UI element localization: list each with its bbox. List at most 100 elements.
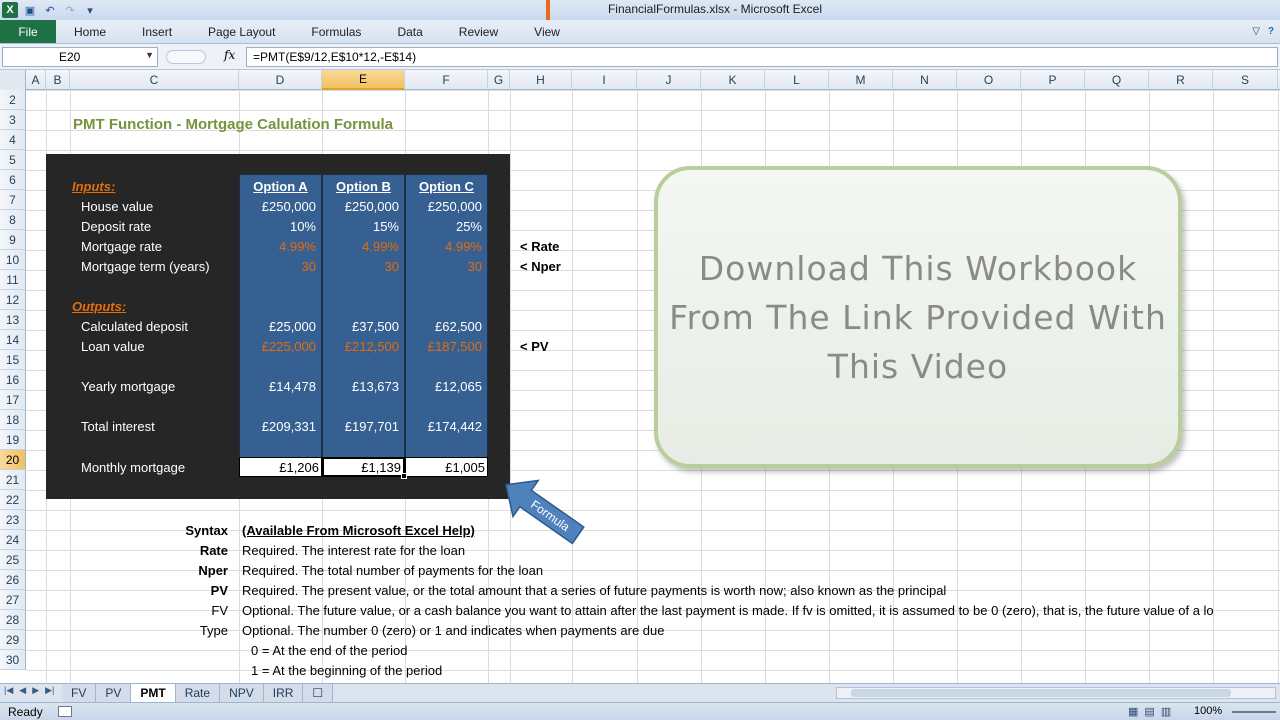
- row-header-27[interactable]: 27: [0, 590, 26, 610]
- row-header-22[interactable]: 22: [0, 490, 26, 510]
- sheet-tab-irr[interactable]: IRR: [263, 684, 304, 702]
- column-header-o[interactable]: O: [957, 70, 1021, 90]
- selected-cell-e20[interactable]: £1,139: [322, 457, 405, 477]
- tab-page-layout[interactable]: Page Layout: [190, 20, 293, 43]
- row-header-16[interactable]: 16: [0, 370, 26, 390]
- normal-view-icon[interactable]: ▦: [1128, 705, 1138, 718]
- value-cell[interactable]: £62,500: [405, 316, 482, 336]
- row-header-25[interactable]: 25: [0, 550, 26, 570]
- row-header-10[interactable]: 10: [0, 250, 26, 270]
- tab-data[interactable]: Data: [379, 20, 440, 43]
- column-header-s[interactable]: S: [1213, 70, 1278, 90]
- scroll-thumb[interactable]: [851, 689, 1231, 697]
- column-header-f[interactable]: F: [405, 70, 488, 90]
- column-header-e[interactable]: E: [322, 70, 405, 90]
- first-sheet-icon[interactable]: |◀: [4, 685, 13, 696]
- spreadsheet-grid[interactable]: ABCDEFGHIJKLMNOPQRS 2 3 4 5 6 7 8 9 10 11 12 13 14 15…: [0, 70, 1280, 683]
- value-cell[interactable]: £12,065: [405, 376, 482, 396]
- value-cell[interactable]: £174,442: [405, 416, 482, 436]
- value-cell[interactable]: 4.99%: [405, 236, 482, 256]
- value-cell[interactable]: £209,331: [239, 416, 316, 436]
- row-header-28[interactable]: 28: [0, 610, 26, 630]
- value-cell[interactable]: £250,000: [239, 196, 316, 216]
- column-header-q[interactable]: Q: [1085, 70, 1149, 90]
- tab-file[interactable]: File: [0, 20, 56, 43]
- row-header-21[interactable]: 21: [0, 470, 26, 490]
- column-header-j[interactable]: J: [637, 70, 701, 90]
- row-header-19[interactable]: 19: [0, 430, 26, 450]
- zoom-level[interactable]: 100%: [1194, 705, 1222, 717]
- page-layout-view-icon[interactable]: ▤: [1144, 705, 1154, 718]
- sheet-tab-pv[interactable]: PV: [96, 684, 132, 702]
- row-header-18[interactable]: 18: [0, 410, 26, 430]
- tab-view[interactable]: View: [516, 20, 578, 43]
- value-cell[interactable]: 30: [239, 256, 316, 276]
- column-header-h[interactable]: H: [510, 70, 572, 90]
- row-header-7[interactable]: 7: [0, 190, 26, 210]
- last-sheet-icon[interactable]: ▶|: [45, 685, 54, 696]
- zoom-slider[interactable]: [1232, 711, 1276, 713]
- value-cell[interactable]: £250,000: [405, 196, 482, 216]
- value-cell[interactable]: £250,000: [322, 196, 399, 216]
- row-header-4[interactable]: 4: [0, 130, 26, 150]
- name-box[interactable]: E20 ▼: [2, 47, 158, 67]
- column-header-r[interactable]: R: [1149, 70, 1213, 90]
- value-cell[interactable]: £37,500: [322, 316, 399, 336]
- value-cell[interactable]: 4.99%: [239, 236, 316, 256]
- row-header-20[interactable]: 20: [0, 450, 26, 470]
- value-cell[interactable]: £197,701: [322, 416, 399, 436]
- value-cell[interactable]: 25%: [405, 216, 482, 236]
- column-header-k[interactable]: K: [701, 70, 765, 90]
- minimize-ribbon-icon[interactable]: ▽: [1252, 26, 1260, 37]
- row-header-15[interactable]: 15: [0, 350, 26, 370]
- result-cell[interactable]: £1,005: [405, 457, 488, 477]
- value-cell[interactable]: 10%: [239, 216, 316, 236]
- sheet-tab-npv[interactable]: NPV: [220, 684, 264, 702]
- column-header-p[interactable]: P: [1021, 70, 1085, 90]
- insert-sheet-icon[interactable]: ☐: [303, 684, 334, 702]
- value-cell[interactable]: £212,500: [322, 336, 399, 356]
- sheet-tab-pmt[interactable]: PMT: [131, 684, 176, 702]
- value-cell[interactable]: 15%: [322, 216, 399, 236]
- column-header-i[interactable]: I: [572, 70, 637, 90]
- row-header-11[interactable]: 11: [0, 270, 26, 290]
- column-header-b[interactable]: B: [46, 70, 70, 90]
- row-header-9[interactable]: 9: [0, 230, 26, 250]
- column-header-c[interactable]: C: [70, 70, 239, 90]
- macro-record-icon[interactable]: [58, 706, 72, 717]
- column-header-a[interactable]: A: [26, 70, 46, 90]
- row-header-24[interactable]: 24: [0, 530, 26, 550]
- formula-input[interactable]: =PMT(E$9/12,E$10*12,-E$14): [246, 47, 1278, 67]
- result-cell[interactable]: £1,206: [239, 457, 322, 477]
- formula-bar-splitter[interactable]: [166, 50, 206, 64]
- prev-sheet-icon[interactable]: ◀: [19, 685, 26, 696]
- column-header-d[interactable]: D: [239, 70, 322, 90]
- row-header-26[interactable]: 26: [0, 570, 26, 590]
- column-header-g[interactable]: G: [488, 70, 510, 90]
- option-a-header[interactable]: Option A: [239, 176, 322, 196]
- row-header-23[interactable]: 23: [0, 510, 26, 530]
- row-header-5[interactable]: 5: [0, 150, 26, 170]
- value-cell[interactable]: £225,000: [239, 336, 316, 356]
- value-cell[interactable]: £14,478: [239, 376, 316, 396]
- row-header-3[interactable]: 3: [0, 110, 26, 130]
- next-sheet-icon[interactable]: ▶: [32, 685, 39, 696]
- row-header-14[interactable]: 14: [0, 330, 26, 350]
- option-b-header[interactable]: Option B: [322, 176, 405, 196]
- help-icon[interactable]: ?: [1268, 26, 1274, 37]
- horizontal-scrollbar[interactable]: [836, 687, 1276, 699]
- tab-formulas[interactable]: Formulas: [293, 20, 379, 43]
- tab-review[interactable]: Review: [441, 20, 516, 43]
- page-break-view-icon[interactable]: ▥: [1161, 705, 1171, 718]
- row-header-29[interactable]: 29: [0, 630, 26, 650]
- column-header-n[interactable]: N: [893, 70, 957, 90]
- row-header-30[interactable]: 30: [0, 650, 26, 670]
- row-header-8[interactable]: 8: [0, 210, 26, 230]
- row-header-6[interactable]: 6: [0, 170, 26, 190]
- option-c-header[interactable]: Option C: [405, 176, 488, 196]
- column-header-l[interactable]: L: [765, 70, 829, 90]
- sheet-tab-rate[interactable]: Rate: [175, 684, 221, 702]
- value-cell[interactable]: 30: [405, 256, 482, 276]
- column-header-m[interactable]: M: [829, 70, 893, 90]
- value-cell[interactable]: £25,000: [239, 316, 316, 336]
